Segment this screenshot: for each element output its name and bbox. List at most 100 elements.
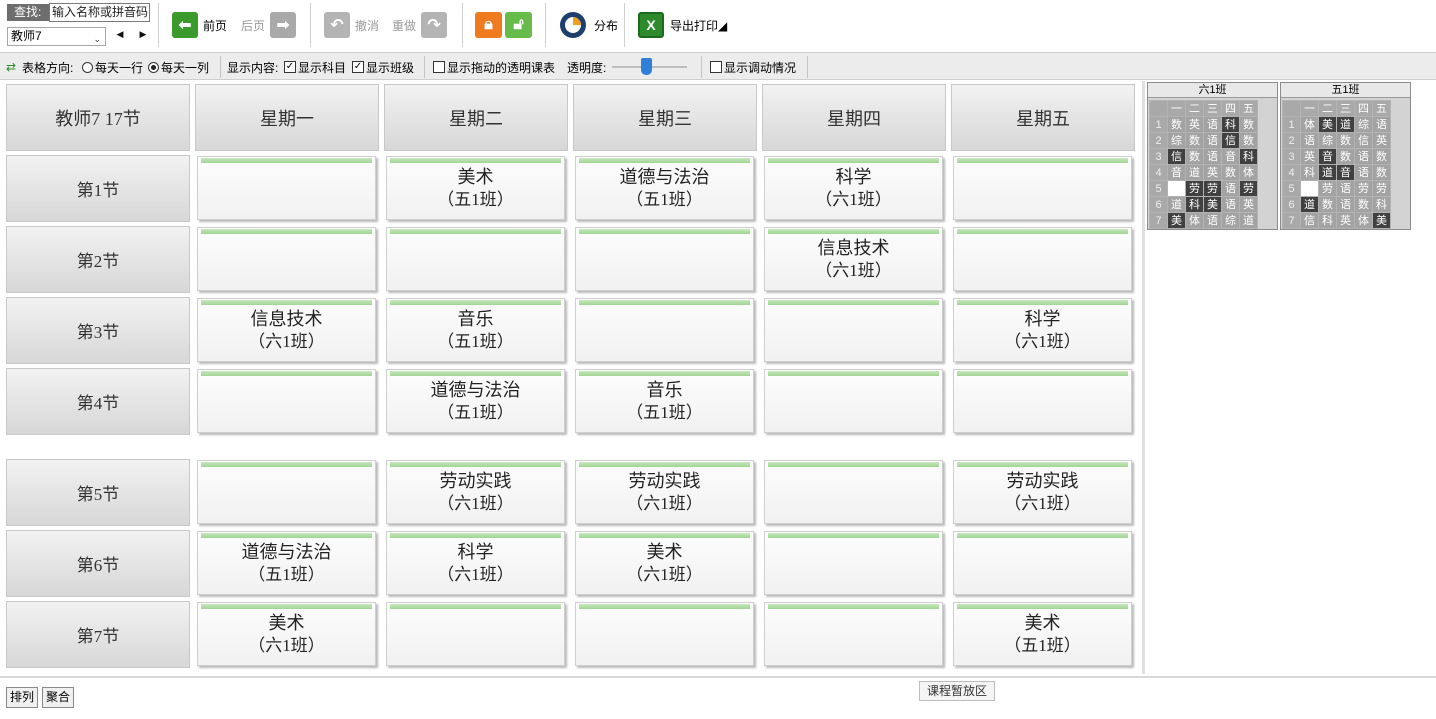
mini-cell[interactable]: 劳 bbox=[1318, 180, 1337, 197]
mini-cell[interactable]: 语 bbox=[1203, 132, 1222, 149]
mini-cell[interactable]: 劳 bbox=[1354, 180, 1373, 197]
schedule-cell[interactable] bbox=[953, 227, 1132, 291]
schedule-cell[interactable]: 美术 （五1班） bbox=[953, 602, 1132, 666]
export-print-button[interactable]: X 导出打印◢ bbox=[638, 11, 727, 39]
mini-cell[interactable]: 语 bbox=[1221, 196, 1240, 213]
schedule-cell[interactable]: 劳动实践 （六1班） bbox=[575, 460, 754, 524]
schedule-cell[interactable]: 音乐 （五1班） bbox=[575, 369, 754, 433]
panel-splitter[interactable] bbox=[1142, 81, 1145, 674]
mini-cell[interactable]: 语 bbox=[1203, 116, 1222, 133]
undo-button[interactable]: ↶ 撤消 bbox=[324, 11, 379, 39]
schedule-cell[interactable]: 科学 （六1班） bbox=[764, 156, 943, 220]
schedule-cell[interactable]: 道德与法治 （五1班） bbox=[386, 369, 565, 433]
mini-cell[interactable]: 数 bbox=[1354, 196, 1373, 213]
redo-button[interactable]: 重做 ↷ bbox=[387, 11, 448, 39]
mini-cell[interactable]: 音 bbox=[1318, 148, 1337, 165]
mini-cell[interactable]: 数 bbox=[1167, 116, 1186, 133]
mini-cell[interactable]: 数 bbox=[1221, 164, 1240, 181]
schedule-cell[interactable] bbox=[197, 460, 376, 524]
schedule-cell[interactable]: 道德与法治 （五1班） bbox=[575, 156, 754, 220]
opacity-slider-thumb[interactable] bbox=[640, 58, 652, 75]
mini-cell[interactable]: 美 bbox=[1318, 116, 1337, 133]
mini-cell[interactable]: 语 bbox=[1336, 180, 1355, 197]
mini-cell[interactable]: 道 bbox=[1167, 196, 1186, 213]
unlock-button[interactable]: 🔓︎ bbox=[505, 11, 532, 39]
show-drag-transparent-checkbox[interactable]: 显示拖动的透明课表 bbox=[433, 59, 555, 75]
stash-area-tab[interactable]: 课程暂放区 bbox=[919, 681, 995, 701]
mini-cell[interactable]: 数 bbox=[1239, 116, 1258, 133]
next-teacher-icon[interactable]: ▶ bbox=[137, 29, 149, 40]
schedule-cell[interactable]: 信息技术 （六1班） bbox=[197, 298, 376, 362]
mini-cell[interactable]: 科 bbox=[1318, 212, 1337, 229]
mini-cell[interactable]: 语 bbox=[1203, 212, 1222, 229]
schedule-cell[interactable]: 劳动实践 （六1班） bbox=[386, 460, 565, 524]
mini-cell[interactable]: 道 bbox=[1239, 212, 1258, 229]
mini-cell[interactable]: 英 bbox=[1239, 196, 1258, 213]
mini-cell[interactable]: 劳 bbox=[1203, 180, 1222, 197]
schedule-cell[interactable]: 音乐 （五1班） bbox=[386, 298, 565, 362]
mini-cell[interactable]: 美 bbox=[1372, 212, 1391, 229]
mini-cell[interactable]: 道 bbox=[1318, 164, 1337, 181]
aggregate-button[interactable]: 聚合 bbox=[42, 687, 75, 708]
mini-cell[interactable]: 音 bbox=[1167, 164, 1186, 181]
arrange-button[interactable]: 排列 bbox=[6, 687, 39, 708]
schedule-cell[interactable] bbox=[197, 227, 376, 291]
mini-cell[interactable]: 体 bbox=[1239, 164, 1258, 181]
lock-button[interactable]: 🔒︎ bbox=[475, 11, 502, 39]
schedule-cell[interactable]: 美术 （五1班） bbox=[386, 156, 565, 220]
mini-cell[interactable]: 劳 bbox=[1239, 180, 1258, 197]
schedule-cell[interactable] bbox=[386, 227, 565, 291]
schedule-cell[interactable] bbox=[575, 227, 754, 291]
mini-cell[interactable]: 体 bbox=[1300, 116, 1319, 133]
mini-cell[interactable]: 数 bbox=[1239, 132, 1258, 149]
mini-cell[interactable]: 数 bbox=[1336, 148, 1355, 165]
mini-cell[interactable]: 体 bbox=[1354, 212, 1373, 229]
schedule-cell[interactable] bbox=[953, 531, 1132, 595]
mini-cell[interactable]: 音 bbox=[1221, 148, 1240, 165]
schedule-cell[interactable] bbox=[953, 156, 1132, 220]
mini-cell[interactable]: 语 bbox=[1203, 148, 1222, 165]
schedule-cell[interactable] bbox=[197, 156, 376, 220]
mini-cell[interactable]: 信 bbox=[1221, 132, 1240, 149]
mini-cell[interactable]: 综 bbox=[1318, 132, 1337, 149]
mini-cell[interactable]: 语 bbox=[1336, 196, 1355, 213]
schedule-cell[interactable]: 道德与法治 （五1班） bbox=[197, 531, 376, 595]
schedule-cell[interactable]: 科学 （六1班） bbox=[386, 531, 565, 595]
mini-cell[interactable]: 语 bbox=[1354, 148, 1373, 165]
schedule-cell[interactable]: 劳动实践 （六1班） bbox=[953, 460, 1132, 524]
mini-cell[interactable]: 数 bbox=[1372, 148, 1391, 165]
previous-teacher-icon[interactable]: ◀ bbox=[114, 29, 126, 40]
schedule-cell[interactable] bbox=[197, 369, 376, 433]
mini-cell[interactable]: 语 bbox=[1354, 164, 1373, 181]
mini-cell[interactable]: 信 bbox=[1167, 148, 1186, 165]
mini-cell[interactable]: 综 bbox=[1354, 116, 1373, 133]
distribute-button[interactable]: 分布 bbox=[560, 11, 618, 39]
mini-cell[interactable] bbox=[1300, 180, 1319, 197]
mini-cell[interactable]: 英 bbox=[1185, 116, 1204, 133]
show-class-checkbox[interactable]: ✓ 显示班级 bbox=[352, 59, 414, 75]
mini-cell[interactable]: 道 bbox=[1185, 164, 1204, 181]
mini-cell[interactable]: 道 bbox=[1300, 196, 1319, 213]
mini-cell[interactable]: 数 bbox=[1185, 132, 1204, 149]
mini-cell[interactable]: 英 bbox=[1203, 164, 1222, 181]
schedule-cell[interactable] bbox=[764, 460, 943, 524]
mini-cell[interactable]: 语 bbox=[1372, 116, 1391, 133]
schedule-cell[interactable]: 美术 （六1班） bbox=[197, 602, 376, 666]
schedule-cell[interactable] bbox=[575, 602, 754, 666]
mini-cell[interactable]: 数 bbox=[1372, 164, 1391, 181]
prev-page-button[interactable]: ⬅ 前页 bbox=[172, 11, 227, 39]
mini-cell[interactable]: 道 bbox=[1336, 116, 1355, 133]
mini-cell[interactable]: 科 bbox=[1221, 116, 1240, 133]
mini-cell[interactable]: 美 bbox=[1167, 212, 1186, 229]
mini-cell[interactable]: 综 bbox=[1221, 212, 1240, 229]
next-page-button[interactable]: 后页 ➡ bbox=[236, 11, 297, 39]
mini-cell[interactable]: 劳 bbox=[1372, 180, 1391, 197]
mini-cell[interactable]: 英 bbox=[1372, 132, 1391, 149]
class-mini-table[interactable]: 五1班一二三四五 1 体美道综语 2 语综数信英 3 英音数语数 4 科道音语数 5 劳语劳劳 6 道数… bbox=[1280, 82, 1411, 230]
mini-cell[interactable]: 语 bbox=[1300, 132, 1319, 149]
mini-cell[interactable]: 数 bbox=[1185, 148, 1204, 165]
mini-cell[interactable]: 劳 bbox=[1185, 180, 1204, 197]
mini-cell[interactable]: 语 bbox=[1221, 180, 1240, 197]
mini-cell[interactable]: 数 bbox=[1318, 196, 1337, 213]
schedule-cell[interactable] bbox=[386, 602, 565, 666]
